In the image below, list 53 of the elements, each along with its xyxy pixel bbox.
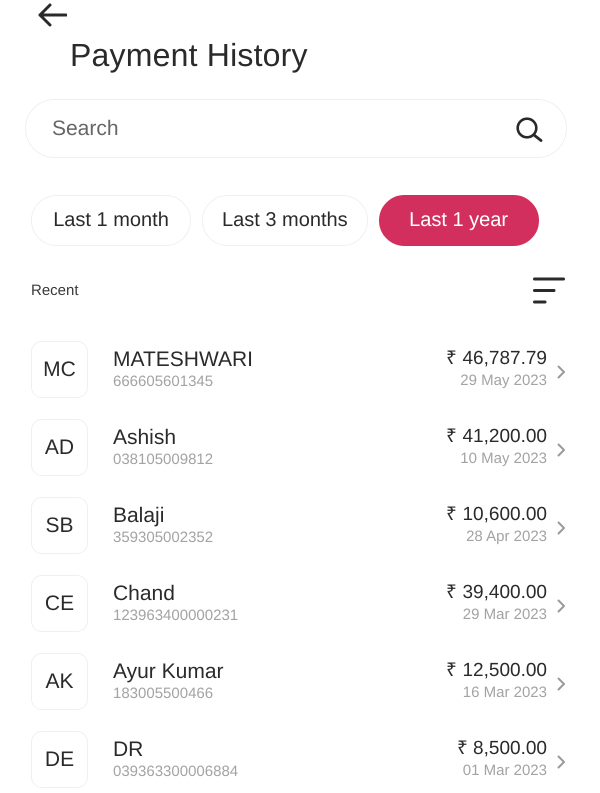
chevron-right-icon xyxy=(557,598,566,612)
chevron-right-icon xyxy=(557,364,566,378)
account-number: 183005500466 xyxy=(113,684,214,702)
payment-amount: ₹ 10,600.00 xyxy=(446,503,547,527)
search-field[interactable]: Search xyxy=(25,99,567,158)
chevron-right-icon xyxy=(557,442,566,456)
initials-avatar: SB xyxy=(31,497,88,554)
sort-button[interactable] xyxy=(533,277,565,304)
payment-amount: ₹ 12,500.00 xyxy=(446,659,547,683)
payee-name: DR xyxy=(113,736,144,762)
filter-chip[interactable]: Last 1 month xyxy=(31,195,191,246)
account-number: 039363300006884 xyxy=(113,762,238,780)
chevron-right-icon xyxy=(557,754,566,768)
payment-amount: ₹ 8,500.00 xyxy=(456,737,547,761)
payee-name: Ashish xyxy=(113,424,176,450)
payment-amount: ₹ 39,400.00 xyxy=(446,581,547,605)
chevron-right-icon xyxy=(557,676,566,690)
account-number: 038105009812 xyxy=(113,450,214,468)
payment-date: 16 Mar 2023 xyxy=(462,683,547,703)
payment-date: 29 May 2023 xyxy=(460,371,547,391)
initials-avatar: AD xyxy=(31,419,88,476)
filter-chip[interactable]: Last 3 months xyxy=(202,195,368,246)
account-number: 359305002352 xyxy=(113,528,214,546)
back-arrow-icon xyxy=(37,3,67,27)
payment-date: 01 Mar 2023 xyxy=(462,761,547,781)
page-title: Payment History xyxy=(70,36,308,75)
payee-name: Ayur Kumar xyxy=(113,658,224,684)
filter-chip[interactable]: Last 1 year xyxy=(378,195,539,246)
chevron-right-icon xyxy=(557,520,566,534)
initials-avatar: CE xyxy=(31,575,88,632)
payment-row[interactable]: CE Chand 123963400000231 ₹ 39,400.00 29 Mar 2023 xyxy=(31,575,600,632)
payee-name: Balaji xyxy=(113,502,164,528)
payee-name: Chand xyxy=(113,580,175,606)
account-number: 123963400000231 xyxy=(113,606,238,624)
back-button[interactable] xyxy=(37,3,67,27)
initials-avatar: AK xyxy=(31,653,88,710)
payment-row[interactable]: SB Balaji 359305002352 ₹ 10,600.00 28 Apr 2023 xyxy=(31,497,600,554)
initials-avatar: MC xyxy=(31,341,88,398)
section-label: Recent xyxy=(31,282,79,299)
payment-row[interactable]: MC MATESHWARI 666605601345 ₹ 46,787.79 29 May 2023 xyxy=(31,341,600,398)
payment-row[interactable]: AD Ashish 038105009812 ₹ 41,200.00 10 May 2023 xyxy=(31,419,600,476)
payment-date: 29 Mar 2023 xyxy=(462,605,547,625)
payee-name: MATESHWARI xyxy=(113,346,253,372)
payment-amount: ₹ 46,787.79 xyxy=(446,347,547,371)
account-number: 666605601345 xyxy=(113,372,214,390)
search-icon[interactable] xyxy=(516,117,543,142)
payment-date: 10 May 2023 xyxy=(460,449,547,469)
sort-icon xyxy=(533,277,565,304)
payment-amount: ₹ 41,200.00 xyxy=(446,425,547,449)
initials-avatar: DE xyxy=(31,731,88,788)
payment-date: 28 Apr 2023 xyxy=(466,527,547,547)
payment-row[interactable]: AK Ayur Kumar 183005500466 ₹ 12,500.00 16 Mar 2023 xyxy=(31,653,600,710)
payment-row[interactable]: DE DR 039363300006884 ₹ 8,500.00 01 Mar 2023 xyxy=(31,731,600,788)
